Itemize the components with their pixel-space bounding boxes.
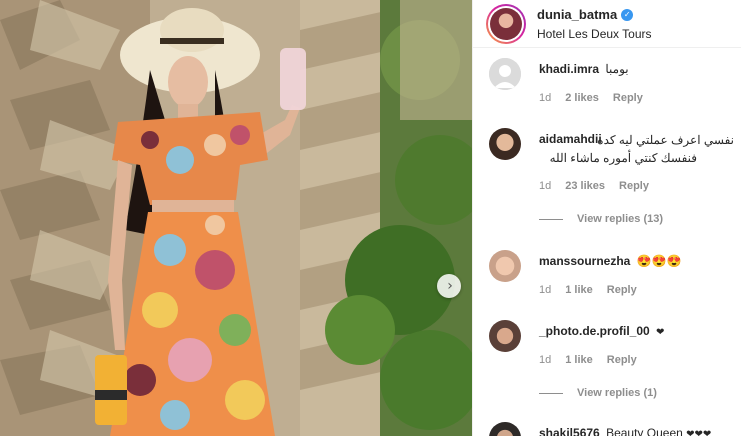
comment-meta: 1d 23 likes Reply bbox=[539, 180, 649, 192]
verified-badge-icon: ✓ bbox=[621, 8, 634, 21]
comment-likes[interactable]: 2 likes bbox=[565, 92, 599, 104]
comments-panel: dunia_batma ✓ Hotel Les Deux Tours khadi… bbox=[472, 0, 741, 436]
next-photo-button[interactable]: › bbox=[437, 274, 461, 298]
avatar[interactable] bbox=[489, 58, 521, 90]
comment-meta: 1d 1 like Reply bbox=[539, 354, 637, 366]
avatar[interactable] bbox=[489, 128, 521, 160]
view-replies-label: View replies (13) bbox=[577, 213, 664, 225]
comment-text-line-2: فنفسك كنتي أموره ماشاء الله bbox=[549, 151, 697, 165]
comment-time[interactable]: 1d bbox=[539, 354, 551, 366]
comment-username[interactable]: aidamahdii bbox=[539, 132, 602, 146]
post-photo-image bbox=[0, 0, 472, 436]
comment-text: بومبا bbox=[605, 62, 629, 76]
comment-body: _photo.de.profil_00 ❤ bbox=[539, 324, 664, 338]
comment-meta: 1d 1 like Reply bbox=[539, 284, 637, 296]
comment-username[interactable]: shakil5676 bbox=[539, 426, 600, 436]
post-photo: › bbox=[0, 0, 472, 436]
comment-username[interactable]: _photo.de.profil_00 bbox=[539, 324, 650, 338]
comment-body: shakil5676 Beauty Queen ❤❤❤ bbox=[539, 426, 711, 436]
avatar[interactable] bbox=[489, 320, 521, 352]
post-location[interactable]: Hotel Les Deux Tours bbox=[537, 27, 652, 41]
divider-line bbox=[539, 392, 563, 394]
comment-body: khadi.imra بومبا bbox=[539, 62, 629, 76]
default-avatar-icon bbox=[489, 58, 521, 90]
post-author: dunia_batma ✓ bbox=[537, 7, 634, 22]
avatar[interactable] bbox=[489, 422, 521, 436]
comment-likes[interactable]: 23 likes bbox=[565, 180, 605, 192]
reply-button[interactable]: Reply bbox=[607, 354, 637, 366]
reply-button[interactable]: Reply bbox=[613, 92, 643, 104]
reply-button[interactable]: Reply bbox=[607, 284, 637, 296]
post-author-username[interactable]: dunia_batma bbox=[537, 7, 617, 22]
avatar[interactable] bbox=[486, 4, 526, 44]
comment-time[interactable]: 1d bbox=[539, 284, 551, 296]
view-replies-button[interactable]: View replies (1) bbox=[539, 387, 657, 399]
comment-meta: 1d 2 likes Reply bbox=[539, 92, 643, 104]
comment-likes[interactable]: 1 like bbox=[565, 284, 593, 296]
comment-username-wrap: aidamahdii bbox=[539, 132, 605, 146]
comment-text: 😍😍😍 bbox=[636, 254, 682, 268]
post-header: dunia_batma ✓ Hotel Les Deux Tours bbox=[473, 0, 741, 48]
chevron-right-icon: › bbox=[447, 278, 453, 294]
comment-time[interactable]: 1d bbox=[539, 180, 551, 192]
reply-button[interactable]: Reply bbox=[619, 180, 649, 192]
comment-username[interactable]: khadi.imra bbox=[539, 62, 599, 76]
comment-body: manssournezha 😍😍😍 bbox=[539, 254, 682, 268]
instagram-post-view: › dunia_batma ✓ Hotel Les Deux Tours kha… bbox=[0, 0, 741, 436]
avatar[interactable] bbox=[489, 250, 521, 282]
comment-likes[interactable]: 1 like bbox=[565, 354, 593, 366]
view-replies-label: View replies (1) bbox=[577, 387, 657, 399]
comment-username[interactable]: manssournezha bbox=[539, 254, 630, 268]
view-replies-button[interactable]: View replies (13) bbox=[539, 213, 663, 225]
comment-text: ❤ bbox=[656, 327, 665, 338]
divider-line bbox=[539, 218, 563, 220]
comment-time[interactable]: 1d bbox=[539, 92, 551, 104]
comment-text: Beauty Queen bbox=[606, 426, 683, 436]
comment-hearts: ❤❤❤ bbox=[686, 429, 712, 436]
comment-text: نفسي اعرف عملتي ليه كده bbox=[597, 133, 734, 147]
